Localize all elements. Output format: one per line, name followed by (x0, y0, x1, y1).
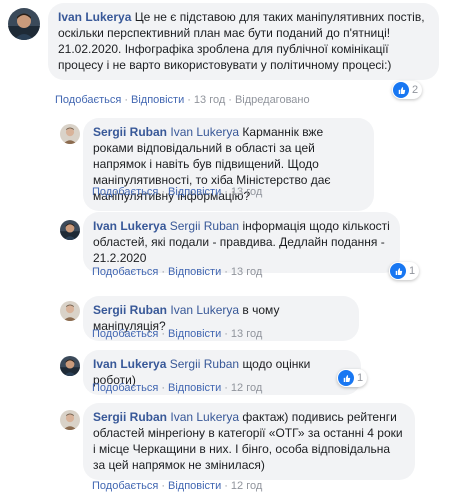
like-button[interactable]: Подобається (92, 266, 158, 278)
avatar[interactable] (60, 220, 80, 240)
avatar-ivan-icon (60, 220, 80, 240)
like-button[interactable]: Подобається (92, 480, 158, 492)
reply-button[interactable]: Відповісти (168, 186, 221, 198)
like-button[interactable]: Подобається (55, 94, 121, 106)
comment-author[interactable]: Ivan Lukerya (93, 357, 166, 371)
comment-actions: Подобається · Відповісти · 13 год (92, 328, 263, 340)
comment-author[interactable]: Ivan Lukerya (58, 10, 131, 24)
reply-button[interactable]: Відповісти (168, 328, 221, 340)
reply-button[interactable]: Відповісти (168, 480, 221, 492)
comment-author[interactable]: Sergii Ruban (93, 303, 167, 317)
timestamp[interactable]: 12 год (231, 382, 262, 394)
comment-actions: Подобається · Відповісти · 13 год (92, 186, 263, 198)
timestamp[interactable]: 13 год (231, 266, 262, 278)
like-reaction-icon (338, 370, 354, 386)
avatar[interactable] (60, 124, 80, 144)
timestamp[interactable]: 13 год (194, 94, 225, 106)
avatar-ivan-icon (8, 8, 40, 40)
avatar-sergii-icon (60, 410, 80, 430)
reply-button[interactable]: Відповісти (168, 266, 221, 278)
avatar[interactable] (60, 301, 80, 321)
avatar-sergii-icon (60, 124, 80, 144)
timestamp[interactable]: 13 год (231, 186, 262, 198)
reply-button[interactable]: Відповісти (168, 382, 221, 394)
comment-bubble: Ivan Lukerya Це не є підставою для таких… (48, 3, 439, 80)
timestamp[interactable]: 12 год (231, 480, 262, 492)
reaction-count[interactable]: 1 (389, 262, 420, 280)
avatar-sergii-icon (60, 301, 80, 321)
comment-actions: Подобається · Відповісти · 13 год (92, 266, 263, 278)
like-reaction-icon (393, 82, 409, 98)
comment-mention[interactable]: Ivan Lukerya (170, 410, 239, 424)
avatar[interactable] (60, 410, 80, 430)
avatar-ivan-icon (60, 356, 80, 376)
comment-actions: Подобається · Відповісти · 12 год (92, 382, 263, 394)
reaction-count[interactable]: 2 (392, 81, 423, 99)
timestamp[interactable]: 13 год (231, 328, 262, 340)
comment-actions: Подобається · Відповісти · 12 год (92, 480, 263, 492)
edited-label[interactable]: Відредаговано (235, 94, 310, 106)
reaction-count[interactable]: 1 (337, 369, 368, 387)
comment-author[interactable]: Ivan Lukerya (93, 219, 166, 233)
comment-author[interactable]: Sergii Ruban (93, 125, 167, 139)
comment-mention[interactable]: Sergii Ruban (170, 219, 239, 233)
avatar[interactable] (8, 8, 40, 40)
comment-mention[interactable]: Ivan Lukerya (170, 125, 239, 139)
like-button[interactable]: Подобається (92, 328, 158, 340)
like-reaction-icon (390, 263, 406, 279)
comment-bubble: Sergii Ruban Ivan Lukerya фактаж) подиви… (83, 403, 415, 480)
comment-mention[interactable]: Ivan Lukerya (170, 303, 239, 317)
comment-mention[interactable]: Sergii Ruban (170, 357, 239, 371)
comment-bubble: Ivan Lukerya Sergii Ruban інформація щод… (83, 212, 400, 273)
avatar[interactable] (60, 356, 80, 376)
like-button[interactable]: Подобається (92, 382, 158, 394)
comment-author[interactable]: Sergii Ruban (93, 410, 167, 424)
like-button[interactable]: Подобається (92, 186, 158, 198)
reply-button[interactable]: Відповісти (131, 94, 184, 106)
comment-actions: Подобається · Відповісти · 13 год · Відредагов… (55, 94, 310, 106)
